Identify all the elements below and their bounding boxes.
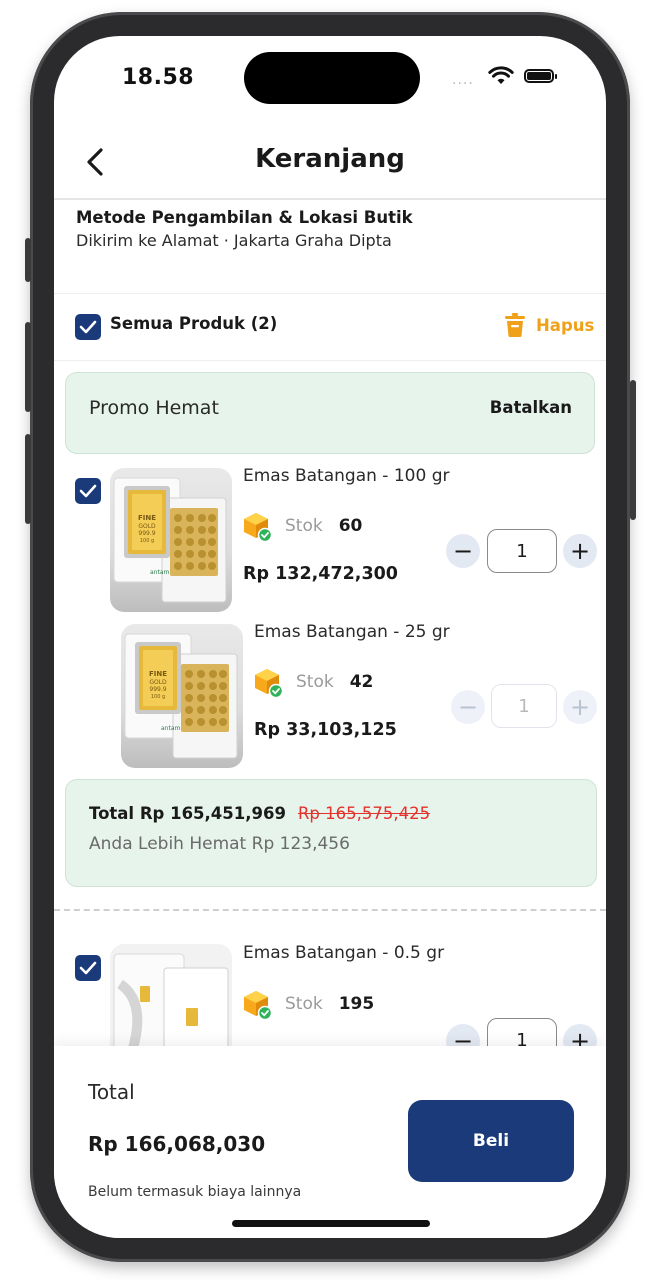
stock-box-icon (255, 669, 284, 698)
divider (54, 360, 606, 361)
promo-total-price: Total Rp 165,451,969 (89, 804, 286, 823)
check-icon (79, 320, 97, 334)
promo-savings: Anda Lebih Hemat Rp 123,456 (89, 834, 350, 854)
dynamic-island (244, 52, 420, 104)
status-time: 18.58 (122, 65, 195, 90)
buy-button[interactable]: Beli (408, 1100, 574, 1182)
stock-row: Stok 42 (254, 666, 373, 698)
product-checkbox[interactable] (75, 955, 101, 981)
select-all-checkbox[interactable] (75, 314, 101, 340)
app-screen: 18.58 .... Keranjang Metode Pengambilan … (54, 36, 606, 1238)
stock-label: Stok (285, 994, 323, 1014)
promo-total-box: Total Rp 165,451,969 Rp 165,575,425 Anda… (65, 779, 597, 887)
bar-label-brand: FINE (138, 514, 156, 522)
stock-box-icon (244, 513, 273, 542)
product-name: Emas Batangan - 25 gr (254, 622, 450, 642)
phone-volume-up (25, 322, 31, 412)
product-image[interactable]: FINE GOLD 999.9 100 g antam (121, 624, 243, 768)
bar-label-gold: GOLD (149, 679, 167, 686)
page-title: Keranjang (255, 144, 405, 174)
section-divider (54, 909, 606, 911)
bar-label-gold: GOLD (138, 523, 156, 530)
promo-name: Promo Hemat (89, 397, 219, 419)
decrease-qty-button[interactable]: − (446, 534, 480, 568)
bar-label-brand: FINE (149, 670, 167, 678)
delete-label: Hapus (536, 315, 595, 335)
home-indicator[interactable] (232, 1220, 430, 1227)
increase-qty-button[interactable]: + (563, 534, 597, 568)
checkout-footer: Total Rp 166,068,030 Belum termasuk biay… (54, 1046, 606, 1238)
cellular-signal-icon: .... (452, 72, 474, 88)
check-icon (79, 484, 97, 498)
stock-value: 195 (338, 994, 375, 1014)
footer-note: Belum termasuk biaya lainnya (88, 1184, 302, 1200)
divider (54, 293, 606, 294)
phone-volume-down (25, 434, 31, 524)
product-image[interactable]: FINE GOLD 999.9 100 g antam (110, 468, 232, 612)
bar-label-weight: 100 g (140, 538, 154, 544)
bar-label-weight: 100 g (151, 694, 165, 700)
trash-icon (505, 313, 525, 337)
footer-total-label: Total (88, 1080, 135, 1104)
product-checkbox[interactable] (75, 478, 101, 504)
quantity-field[interactable]: 1 (491, 684, 557, 728)
bar-brand-mark: antam (161, 725, 181, 732)
header: Keranjang (54, 128, 606, 200)
promo-banner: Promo Hemat Batalkan (65, 372, 595, 454)
increase-qty-button[interactable]: + (563, 690, 597, 724)
phone-power-button (630, 380, 636, 520)
pickup-method-title: Metode Pengambilan & Lokasi Butik (76, 208, 413, 227)
stock-value: 60 (338, 516, 363, 536)
gold-bar-image: FINE GOLD 999.9 100 g antam (113, 477, 227, 603)
check-icon (79, 961, 97, 975)
pickup-method-section[interactable]: Metode Pengambilan & Lokasi Butik Dikiri… (76, 208, 586, 250)
select-all-label: Semua Produk (2) (110, 314, 278, 333)
stock-label: Stok (296, 672, 334, 692)
stock-value: 42 (349, 672, 374, 692)
quantity-field[interactable]: 1 (487, 529, 557, 573)
pickup-method-subtitle: Dikirim ke Alamat · Jakarta Graha Dipta (76, 231, 392, 250)
stock-label: Stok (285, 516, 323, 536)
promo-original-price: Rp 165,575,425 (297, 804, 431, 823)
product-price: Rp 33,103,125 (254, 720, 397, 740)
stock-row: Stok 60 (243, 510, 362, 542)
stock-box-icon (244, 991, 273, 1020)
bar-label-purity: 999.9 (149, 686, 166, 693)
delete-button[interactable]: Hapus (504, 312, 594, 338)
status-bar: 18.58 .... (54, 36, 606, 116)
gold-bar-image: FINE GOLD 999.9 100 g antam (124, 633, 238, 759)
promo-total-line: Total Rp 165,451,969 Rp 165,575,425 (89, 804, 430, 823)
wifi-icon (488, 66, 514, 84)
product-name: Emas Batangan - 0.5 gr (243, 943, 445, 963)
stock-row: Stok 195 (243, 988, 374, 1020)
product-price: Rp 132,472,300 (243, 564, 398, 584)
phone-side-button (25, 238, 31, 282)
product-name: Emas Batangan - 100 gr (243, 466, 450, 486)
battery-icon (524, 69, 557, 83)
decrease-qty-button[interactable]: − (451, 690, 485, 724)
bar-brand-mark: antam (150, 569, 170, 576)
footer-total-value: Rp 166,068,030 (88, 1132, 266, 1156)
promo-cancel-button[interactable]: Batalkan (490, 398, 572, 417)
bar-label-purity: 999.9 (138, 530, 155, 537)
